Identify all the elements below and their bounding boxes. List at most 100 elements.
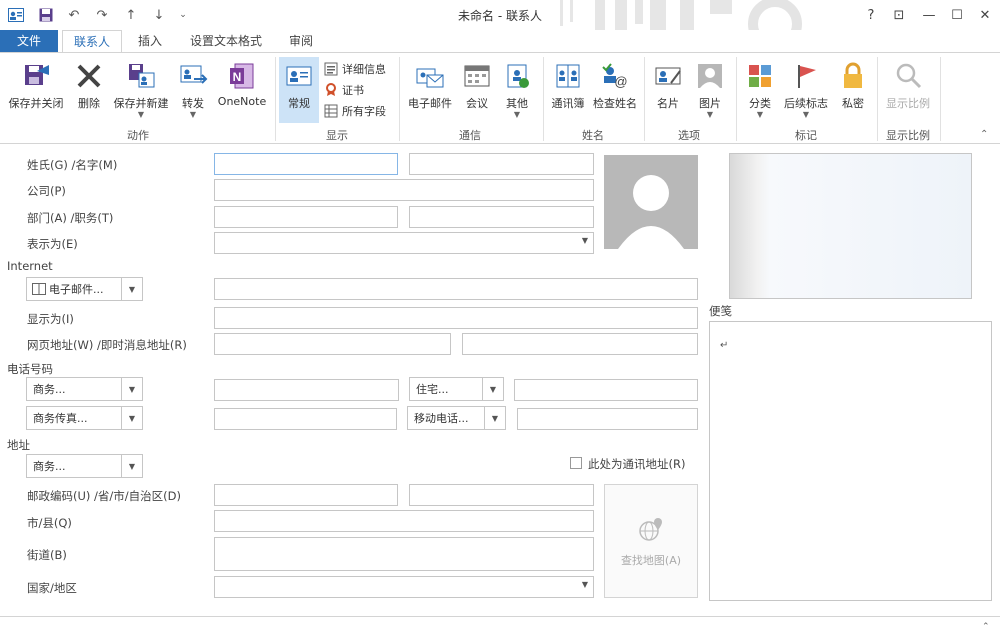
- business-card-button[interactable]: 名片: [648, 57, 688, 121]
- province-input[interactable]: [409, 484, 594, 506]
- save-close-icon: [21, 61, 51, 91]
- ribbon-tabs: 文件 联系人 插入 设置文本格式 审阅: [0, 30, 1000, 53]
- save-new-button[interactable]: 保存并新建 ▼: [110, 57, 172, 121]
- business-card-preview[interactable]: [729, 153, 972, 299]
- check-names-icon: @: [600, 61, 630, 91]
- group-label-options: 选项: [678, 129, 700, 142]
- street-label: 街道(B): [27, 548, 67, 562]
- web-page-input[interactable]: [214, 333, 451, 355]
- picture-button[interactable]: 图片 ▼: [690, 57, 730, 121]
- business-card-icon: [653, 61, 683, 91]
- person-silhouette-icon: [618, 175, 684, 249]
- save-close-button[interactable]: 保存并关闭: [4, 57, 68, 121]
- delete-button[interactable]: 删除: [70, 57, 108, 121]
- zoom-button[interactable]: 显示比例: [882, 57, 934, 121]
- city-label: 市/县(Q): [27, 516, 72, 530]
- web-im-label: 网页地址(W) /即时消息地址(R): [27, 338, 187, 352]
- business-fax-input[interactable]: [214, 408, 397, 430]
- ribbon-display-options-button[interactable]: ⊡: [885, 3, 913, 27]
- paragraph-mark: ↵: [720, 340, 729, 351]
- phone-fax-dropdown[interactable]: 商务传真... ▼: [26, 406, 143, 430]
- group-divider: [940, 57, 941, 141]
- home-phone-input[interactable]: [514, 379, 698, 401]
- country-select[interactable]: ▼: [214, 576, 594, 598]
- svg-text:@: @: [614, 74, 627, 89]
- group-label-actions: 动作: [127, 129, 149, 142]
- im-address-input[interactable]: [462, 333, 698, 355]
- display-as-input[interactable]: [214, 307, 698, 329]
- first-name-input[interactable]: [409, 153, 594, 175]
- chevron-down-icon: ▼: [756, 110, 764, 119]
- address-section-label: 地址: [7, 438, 30, 452]
- certificates-button[interactable]: 证书: [324, 80, 364, 100]
- notes-textarea[interactable]: ↵: [709, 321, 992, 601]
- file-as-label: 表示为(E): [27, 237, 78, 251]
- contact-photo-placeholder[interactable]: [604, 155, 698, 249]
- general-card-icon: [284, 61, 314, 91]
- picture-avatar-icon: [695, 61, 725, 91]
- all-fields-button[interactable]: 所有字段: [324, 101, 386, 121]
- group-label-communicate: 通信: [459, 129, 481, 142]
- address-type-dropdown[interactable]: 商务... ▼: [26, 454, 143, 478]
- close-button[interactable]: ✕: [971, 3, 999, 27]
- phone-mobile-dropdown[interactable]: 移动电话... ▼: [407, 406, 506, 430]
- meeting-button[interactable]: 会议: [458, 57, 496, 121]
- map-it-button[interactable]: 查找地图(A): [604, 484, 698, 598]
- follow-up-button[interactable]: 后续标志 ▼: [782, 57, 830, 121]
- maximize-button[interactable]: ☐: [943, 3, 971, 27]
- chevron-down-icon: ▼: [482, 378, 503, 400]
- email-type-dropdown[interactable]: 电子邮件... ▼: [26, 277, 143, 301]
- postal-code-input[interactable]: [214, 484, 398, 506]
- postal-label: 邮政编码(U) /省/市/自治区(D): [27, 489, 181, 503]
- name-label: 姓氏(G) /名字(M): [27, 158, 118, 172]
- categorize-button[interactable]: 分类 ▼: [740, 57, 780, 121]
- email-input[interactable]: [214, 278, 698, 300]
- minimize-button[interactable]: —: [915, 3, 943, 27]
- tab-review[interactable]: 审阅: [280, 30, 322, 52]
- details-button[interactable]: 详细信息: [324, 59, 386, 79]
- ribbon: 保存并关闭 删除 保存并新建 ▼ 转发 ▼ N OneNote 动作 常规 详细…: [0, 52, 1000, 144]
- email-button[interactable]: 电子邮件: [404, 57, 456, 121]
- business-phone-input[interactable]: [214, 379, 399, 401]
- tab-insert[interactable]: 插入: [128, 30, 172, 52]
- chevron-down-icon: ▼: [137, 110, 145, 119]
- company-input[interactable]: [214, 179, 594, 201]
- company-label: 公司(P): [27, 184, 66, 198]
- more-communicate-button[interactable]: 其他 ▼: [498, 57, 536, 121]
- collapse-ribbon-icon[interactable]: ⌃: [980, 129, 988, 140]
- help-button[interactable]: ?: [857, 3, 885, 27]
- general-view-button[interactable]: 常规: [279, 57, 319, 123]
- tab-file[interactable]: 文件: [0, 30, 58, 52]
- phone-home-dropdown[interactable]: 住宅... ▼: [409, 377, 504, 401]
- svg-text:N: N: [233, 70, 242, 84]
- chevron-down-icon: ▼: [121, 278, 142, 300]
- save-new-icon: [126, 61, 156, 91]
- forward-button[interactable]: 转发 ▼: [174, 57, 212, 121]
- onenote-icon: N: [227, 61, 257, 91]
- globe-pin-icon: [639, 518, 662, 541]
- tab-format-text[interactable]: 设置文本格式: [180, 30, 272, 52]
- check-names-button[interactable]: @ 检查姓名: [590, 57, 640, 121]
- details-icon: [324, 62, 338, 76]
- department-input[interactable]: [214, 206, 398, 228]
- city-input[interactable]: [214, 510, 594, 532]
- phone-business-dropdown[interactable]: 商务... ▼: [26, 377, 143, 401]
- job-title-input[interactable]: [409, 206, 594, 228]
- address-book-button[interactable]: 通讯簿: [548, 57, 588, 121]
- mobile-phone-input[interactable]: [517, 408, 698, 430]
- group-label-zoom: 显示比例: [886, 129, 930, 142]
- window-title: 未命名 - 联系人: [458, 9, 542, 23]
- file-as-select[interactable]: ▼: [214, 232, 594, 254]
- chevron-down-icon: ▼: [706, 110, 714, 119]
- street-input[interactable]: [214, 537, 594, 571]
- table-icon: [324, 104, 338, 118]
- tab-contact[interactable]: 联系人: [62, 30, 122, 53]
- expand-people-pane-icon[interactable]: ⌃: [982, 622, 990, 632]
- address-book-icon: [553, 61, 583, 91]
- chevron-down-icon: ▼: [513, 110, 521, 119]
- mailing-address-checkbox[interactable]: [570, 457, 582, 469]
- onenote-button[interactable]: N OneNote: [214, 57, 270, 121]
- private-button[interactable]: 私密: [834, 57, 872, 121]
- last-name-input[interactable]: [214, 153, 398, 175]
- chevron-down-icon: ▼: [121, 455, 142, 477]
